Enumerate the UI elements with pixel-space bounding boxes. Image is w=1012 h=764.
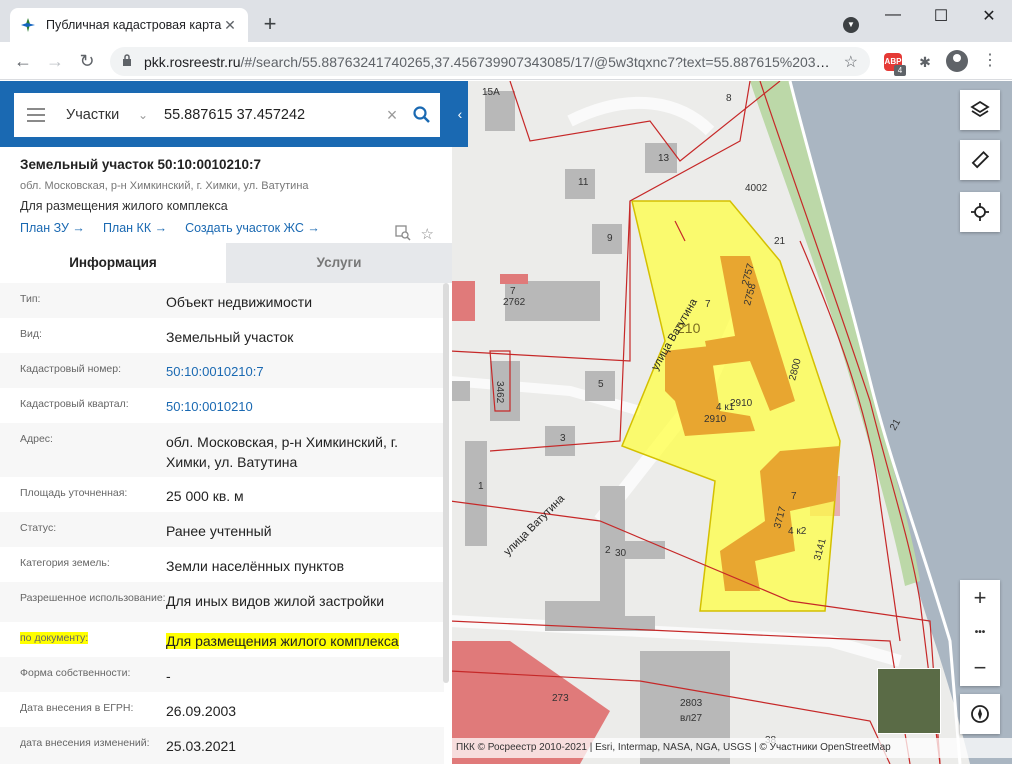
property-row: Кадастровый номер: 50:10:0010210:7 — [0, 353, 444, 388]
close-window-button[interactable]: ✕ — [974, 6, 1004, 26]
property-row: Дата внесения в ЕГРН: 26.09.2003 — [0, 692, 444, 727]
property-row: Площадь уточненная: 25 000 кв. м — [0, 477, 444, 512]
property-row: Категория земель: Земли населённых пункто… — [0, 547, 444, 582]
property-row: Тип: Объект недвижимости — [0, 283, 444, 318]
minimize-button[interactable]: — — [878, 6, 908, 24]
object-actions: ☆ — [394, 225, 434, 245]
zoom-controls: + ••• − — [960, 580, 1000, 686]
property-label: Категория земель: — [20, 557, 110, 569]
property-value: обл. Московская, р-н Химкинский, г. Химк… — [166, 434, 399, 470]
object-address: обл. Московская, р-н Химкинский, г. Химк… — [20, 180, 309, 192]
profile-avatar-icon[interactable] — [946, 50, 968, 72]
search-bar: Участки ⌄ 55.887615 37.457242 × — [0, 81, 452, 147]
object-type-select[interactable]: Участки ⌄ — [58, 107, 154, 123]
property-label: Дата внесения в ЕГРН: — [20, 702, 134, 714]
property-row: дата внесения изменений: 25.03.2021 — [0, 727, 444, 764]
property-value[interactable]: 50:10:0010210:7 — [166, 353, 424, 388]
property-value: - — [166, 668, 171, 684]
property-value: 25.03.2021 — [166, 738, 237, 754]
create-parcel-link[interactable]: Создать участок ЖС → — [185, 221, 320, 235]
property-row: Статус: Ранее учтенный — [0, 512, 444, 547]
lock-icon — [122, 54, 134, 69]
plan-kk-link[interactable]: План КК → — [103, 221, 167, 235]
object-links: План ЗУ → План КК → Создать участок ЖС → — [20, 221, 432, 235]
new-tab-button[interactable]: + — [258, 12, 282, 36]
address-bar[interactable]: pkk.rosreestr.ru/#/search/55.88763241740… — [110, 47, 870, 76]
browser-tab-bar: Публичная кадастровая карта ✕ + ▼ — ☐ ✕ — [0, 0, 1012, 42]
property-row: по документу: Для размещения жилого компл… — [0, 622, 444, 657]
extensions-puzzle-icon[interactable]: ✱ — [914, 51, 936, 73]
basemap-preview-thumbnail[interactable] — [877, 668, 941, 734]
browser-menu-icon[interactable]: ⋮ — [982, 50, 998, 72]
property-label: Кадастровый квартал: — [20, 398, 129, 410]
plan-zu-link[interactable]: План ЗУ → — [20, 221, 85, 235]
map-attribution: ПКК © Росреестр 2010-2021 | Esri, Interm… — [452, 738, 1012, 758]
property-value: 25 000 кв. м — [166, 488, 244, 504]
property-value: Объект недвижимости — [166, 294, 313, 310]
property-value[interactable]: 50:10:0010210 — [166, 388, 424, 423]
object-header: Земельный участок 50:10:0010210:7 обл. М… — [0, 147, 452, 243]
layers-icon[interactable] — [960, 90, 1000, 130]
reload-icon[interactable]: ↻ — [74, 48, 100, 74]
tab-title: Публичная кадастровая карта — [46, 18, 222, 32]
locate-crosshair-icon[interactable] — [960, 192, 1000, 232]
tab-close-icon[interactable]: ✕ — [222, 17, 238, 34]
compass-icon[interactable] — [960, 694, 1000, 734]
property-value: Для иных видов жилой застройки — [166, 593, 385, 609]
property-label: Статус: — [20, 522, 57, 534]
zoom-to-object-icon[interactable] — [394, 225, 411, 245]
search-box: Участки ⌄ 55.887615 37.457242 × — [14, 93, 440, 137]
maximize-button[interactable]: ☐ — [926, 6, 956, 26]
zoom-in-button[interactable]: + — [960, 580, 1000, 615]
property-row: Разрешенное использование: Для иных видов… — [0, 582, 444, 622]
property-row: Кадастровый квартал: 50:10:0010210 — [0, 388, 444, 423]
property-label: Тип: — [20, 293, 41, 305]
object-title: Земельный участок 50:10:0010210:7 — [20, 157, 262, 172]
property-label: Кадастровый номер: — [20, 363, 122, 375]
search-icon[interactable] — [404, 93, 440, 137]
clear-search-icon[interactable]: × — [380, 105, 404, 126]
property-row: Вид: Земельный участок — [0, 318, 444, 353]
property-value: Для размещения жилого комплекса — [166, 633, 399, 649]
property-value: Земли населённых пунктов — [166, 558, 345, 574]
chevron-down-icon: ⌄ — [137, 108, 148, 122]
adblock-badge: 4 — [894, 65, 906, 76]
ruler-icon[interactable] — [960, 140, 1000, 180]
property-label: Адрес: — [20, 433, 53, 445]
tab-search-icon[interactable]: ▼ — [843, 17, 859, 33]
property-label: Форма собственности: — [20, 667, 131, 679]
tab-information[interactable]: Информация — [0, 243, 226, 283]
property-value: Ранее учтенный — [166, 523, 272, 539]
favorite-star-icon[interactable]: ☆ — [421, 225, 434, 245]
property-label: Разрешенное использование: — [20, 592, 166, 604]
property-label: Площадь уточненная: — [20, 487, 128, 499]
properties-table: Тип: Объект недвижимости Вид: Земельный уча… — [0, 283, 444, 764]
property-row: Адрес: обл. Московская, р-н Химкинский, г… — [0, 423, 444, 477]
rosreestr-favicon-icon — [20, 17, 36, 33]
search-input[interactable]: 55.887615 37.457242 — [154, 107, 380, 123]
property-value: 26.09.2003 — [166, 703, 237, 719]
property-row: Форма собственности: - — [0, 657, 444, 692]
object-purpose: Для размещения жилого комплекса — [20, 199, 228, 213]
browser-toolbar: ← → ↻ pkk.rosreestr.ru/#/search/55.88763… — [0, 42, 1012, 80]
property-label: по документу: — [20, 632, 89, 644]
zoom-out-button[interactable]: − — [960, 650, 1000, 685]
info-panel: Участки ⌄ 55.887615 37.457242 × Земельный… — [0, 81, 452, 764]
property-label: дата внесения изменений: — [20, 737, 150, 749]
panel-tabs: Информация Услуги — [0, 243, 452, 283]
property-label: Вид: — [20, 328, 42, 340]
bookmark-star-icon[interactable]: ☆ — [844, 52, 858, 72]
tab-services[interactable]: Услуги — [226, 243, 452, 283]
hamburger-menu-icon[interactable] — [14, 93, 58, 137]
property-value: Земельный участок — [166, 329, 294, 345]
back-arrow-icon[interactable]: ← — [10, 48, 36, 74]
url-text: pkk.rosreestr.ru/#/search/55.88763241740… — [144, 53, 836, 70]
panel-scrollbar[interactable] — [443, 283, 449, 683]
cadastral-map[interactable]: 15А 8 13 11 4002 9 21 7 2762 7 2758 2757 210 улица Ва… — [450, 81, 1012, 764]
more-options-button[interactable]: ••• — [960, 615, 1000, 650]
forward-arrow-icon[interactable]: → — [42, 48, 68, 74]
browser-tab[interactable]: Публичная кадастровая карта ✕ — [10, 8, 248, 42]
collapse-panel-button[interactable]: ‹ — [452, 81, 468, 147]
